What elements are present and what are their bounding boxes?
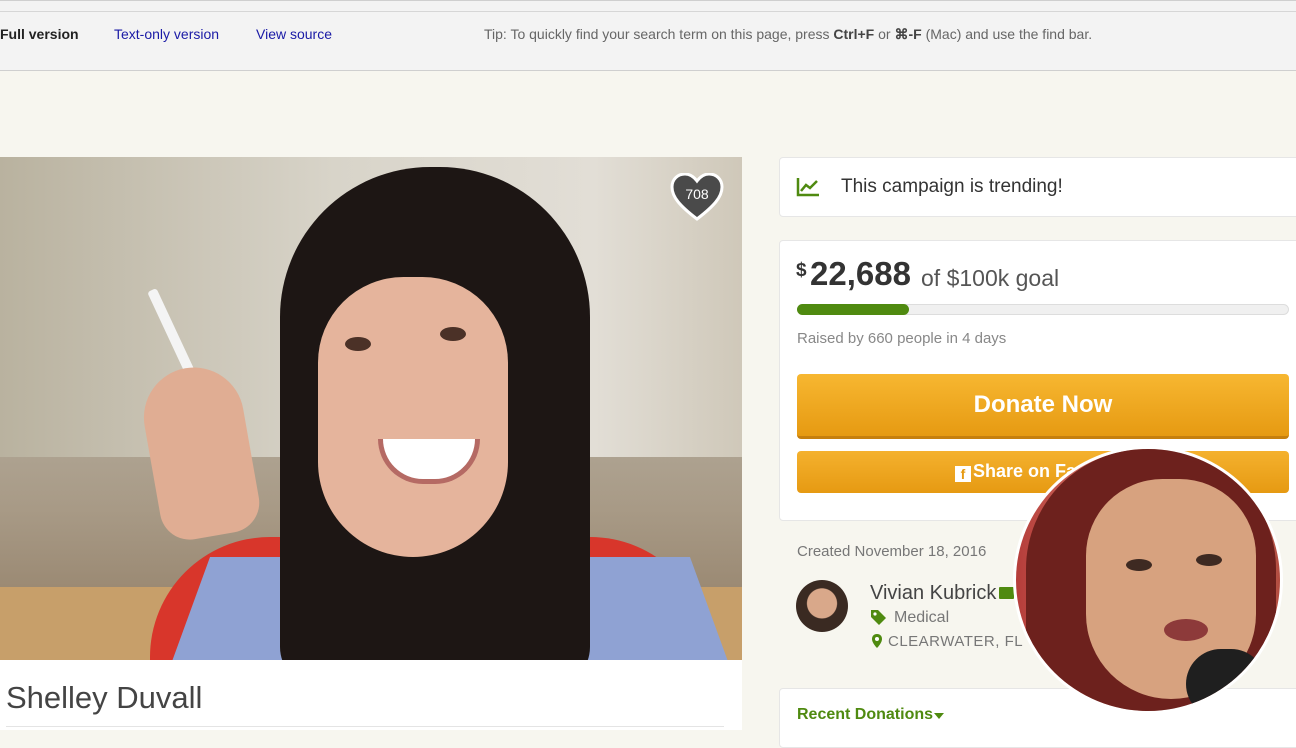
- tip-or: or: [874, 26, 895, 42]
- currency-symbol: $: [796, 260, 807, 281]
- progress-fill: [797, 304, 909, 315]
- trending-icon: [796, 178, 819, 197]
- facebook-icon: f: [955, 466, 971, 482]
- heart-count: 708: [685, 186, 709, 202]
- divider: [0, 11, 1296, 12]
- archive-toolbar: Full version Text-only version View sour…: [0, 0, 1296, 71]
- caret-down-icon[interactable]: [934, 713, 944, 719]
- location-text: CLEARWATER, FL: [888, 633, 1024, 650]
- goal-text: of $100k goal: [921, 265, 1060, 291]
- campaign-photo: [0, 157, 742, 660]
- donate-now-button[interactable]: Donate Now: [797, 374, 1289, 439]
- view-source-link[interactable]: View source: [256, 26, 332, 42]
- full-version-label: Full version: [0, 26, 79, 42]
- tip-key-ctrl: Ctrl+F: [833, 26, 875, 42]
- created-date: Created November 18, 2016: [797, 543, 987, 560]
- recent-donations-toggle[interactable]: Recent Donations: [797, 706, 933, 724]
- trending-text: This campaign is trending!: [841, 176, 1063, 197]
- location-pin-icon: [872, 634, 882, 648]
- find-tip: Tip: To quickly find your search term on…: [484, 26, 1092, 43]
- tip-prefix: Tip: To quickly find your search term on…: [484, 26, 834, 42]
- category-link[interactable]: Medical: [894, 609, 949, 627]
- tip-key-cmd: ⌘-F: [894, 26, 922, 42]
- campaign-title: Shelley Duvall: [6, 680, 203, 715]
- organizer-avatar[interactable]: [796, 580, 848, 632]
- tag-icon: [871, 610, 886, 625]
- organizer-name[interactable]: Vivian Kubrick: [870, 582, 996, 605]
- text-only-link[interactable]: Text-only version: [114, 26, 219, 42]
- raised-by-text: Raised by 660 people in 4 days: [797, 330, 1007, 347]
- divider: [6, 726, 724, 727]
- inset-portrait: [1013, 446, 1283, 714]
- mail-icon[interactable]: [999, 587, 1014, 599]
- amount-raised: 22,688: [810, 255, 911, 292]
- tip-suffix: (Mac) and use the find bar.: [921, 26, 1093, 42]
